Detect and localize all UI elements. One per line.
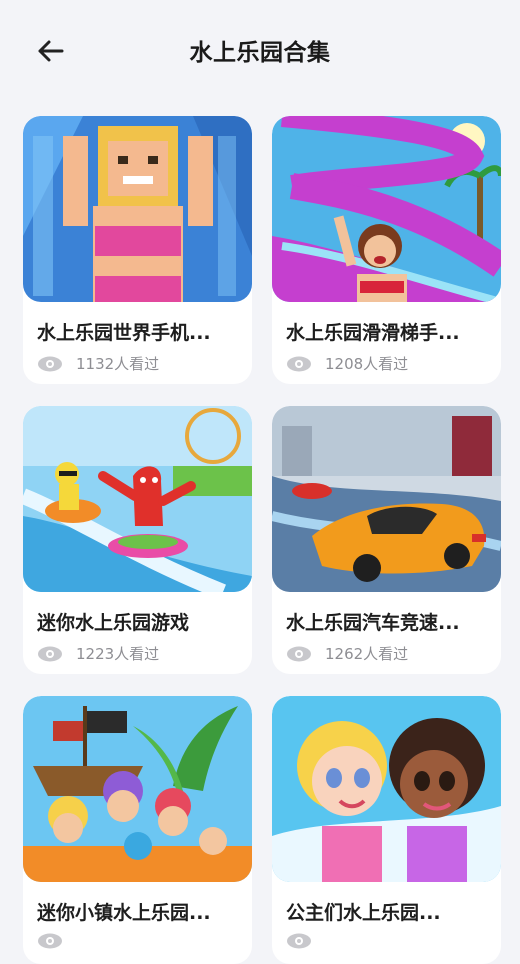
- game-card[interactable]: 水上乐园汽车竞速... 1262人看过: [272, 406, 501, 674]
- eye-icon: [287, 933, 311, 949]
- game-card[interactable]: 迷你小镇水上乐园...: [23, 696, 252, 964]
- view-count: [37, 933, 238, 949]
- top-bar: 水上乐园合集: [0, 0, 520, 100]
- game-thumbnail: [23, 696, 252, 882]
- eye-icon: [287, 356, 311, 371]
- game-grid: 水上乐园世界手机... 1132人看过 水上乐园滑滑梯手... 1208人看过 …: [23, 116, 501, 964]
- view-count-text: 1132人看过: [76, 355, 160, 373]
- view-count: 1132人看过: [37, 353, 238, 374]
- game-card[interactable]: 水上乐园世界手机... 1132人看过: [23, 116, 252, 384]
- game-thumbnail: [272, 696, 501, 882]
- game-thumbnail: [272, 116, 501, 302]
- game-thumbnail: [23, 116, 252, 302]
- game-title: 公主们水上乐园...: [286, 902, 441, 924]
- game-title: 迷你小镇水上乐园...: [37, 902, 211, 924]
- game-title: 水上乐园汽车竞速...: [286, 612, 460, 634]
- page-title: 水上乐园合集: [189, 40, 331, 66]
- game-title: 迷你水上乐园游戏: [37, 612, 190, 634]
- eye-icon: [38, 356, 62, 371]
- eye-icon: [287, 646, 311, 661]
- game-thumbnail: [23, 406, 252, 592]
- view-count: 1223人看过: [37, 643, 238, 664]
- view-count-text: 1223人看过: [76, 645, 160, 663]
- eye-icon: [38, 646, 62, 661]
- game-thumbnail: [272, 406, 501, 592]
- view-count: 1262人看过: [286, 643, 487, 664]
- game-title: 水上乐园世界手机...: [37, 322, 211, 344]
- view-count-text: 1262人看过: [325, 645, 409, 663]
- game-card[interactable]: 水上乐园滑滑梯手... 1208人看过: [272, 116, 501, 384]
- game-title: 水上乐园滑滑梯手...: [286, 322, 460, 344]
- view-count-text: 1208人看过: [325, 355, 409, 373]
- game-card[interactable]: 公主们水上乐园...: [272, 696, 501, 964]
- eye-icon: [38, 933, 62, 949]
- game-card[interactable]: 迷你水上乐园游戏 1223人看过: [23, 406, 252, 674]
- view-count: [286, 933, 487, 949]
- view-count: 1208人看过: [286, 353, 487, 374]
